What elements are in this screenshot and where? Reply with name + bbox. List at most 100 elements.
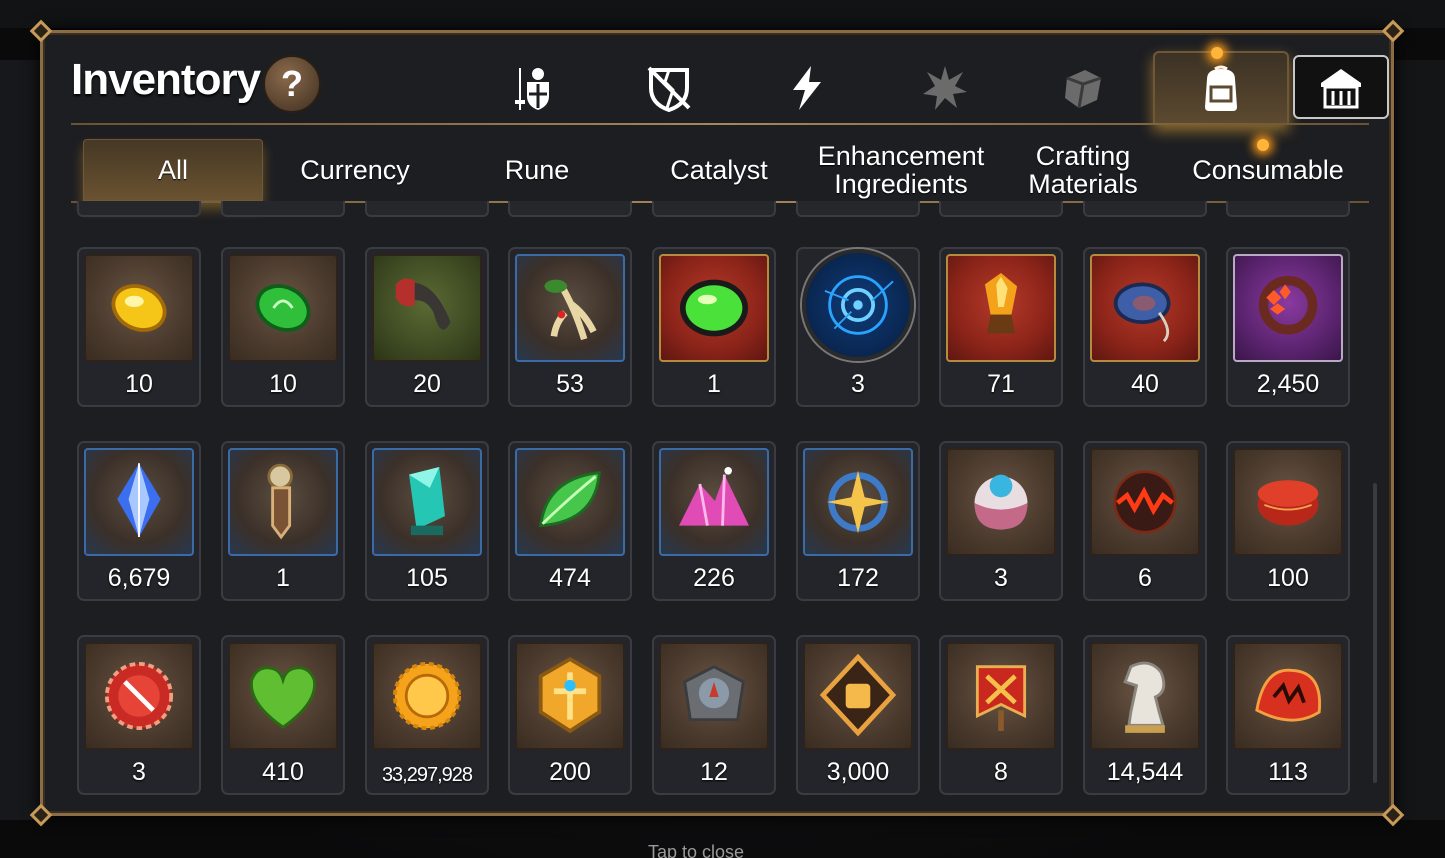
red-ring-icon bbox=[1257, 480, 1319, 526]
inventory-item[interactable]: 410 bbox=[221, 635, 345, 795]
tab-weapons-armor[interactable] bbox=[463, 51, 599, 125]
item-icon-frame bbox=[228, 642, 338, 750]
item-count: 6 bbox=[1138, 564, 1152, 592]
item-count: 10 bbox=[125, 370, 153, 398]
inventory-item[interactable]: 100 bbox=[1226, 441, 1350, 601]
inventory-item[interactable]: 200 bbox=[508, 635, 632, 795]
item-icon-frame bbox=[1233, 642, 1343, 750]
inventory-item[interactable]: 172 bbox=[796, 441, 920, 601]
tab-inventory[interactable] bbox=[1153, 47, 1289, 125]
inventory-item[interactable]: 3 bbox=[796, 247, 920, 407]
subtab-all[interactable]: All bbox=[83, 139, 263, 201]
item-count: 100 bbox=[1267, 564, 1309, 592]
green-gem-icon bbox=[255, 284, 311, 332]
inventory-item[interactable]: 6 bbox=[1083, 441, 1207, 601]
inventory-item[interactable]: 3 bbox=[939, 441, 1063, 601]
partial-item bbox=[1083, 201, 1207, 217]
inventory-item[interactable]: 10 bbox=[221, 247, 345, 407]
item-icon-frame bbox=[84, 642, 194, 750]
item-count: 474 bbox=[549, 564, 591, 592]
item-count: 10 bbox=[269, 370, 297, 398]
root-herb-icon bbox=[544, 279, 597, 341]
blue-crystal-icon bbox=[117, 463, 161, 537]
item-count: 6,679 bbox=[107, 564, 171, 592]
subtab-currency[interactable]: Currency bbox=[265, 139, 445, 201]
tab-artifacts[interactable] bbox=[601, 51, 737, 125]
item-count: 3 bbox=[132, 758, 146, 786]
bookmark-key-icon bbox=[267, 463, 293, 540]
item-icon-frame bbox=[659, 642, 769, 750]
gold-emblem-icon bbox=[538, 656, 602, 734]
blue-ring-icon bbox=[1113, 282, 1171, 343]
tab-fragments[interactable] bbox=[877, 51, 1013, 125]
inventory-item[interactable]: 14,544 bbox=[1083, 635, 1207, 795]
item-icon-frame bbox=[84, 254, 194, 362]
help-button[interactable]: ? bbox=[263, 55, 321, 113]
inventory-item[interactable]: 113 bbox=[1226, 635, 1350, 795]
inventory-item[interactable]: 6,679 bbox=[77, 441, 201, 601]
item-icon-frame bbox=[372, 448, 482, 556]
subtab-label: Consumable bbox=[1192, 155, 1344, 185]
inventory-item[interactable]: 2,450 bbox=[1226, 247, 1350, 407]
item-count: 71 bbox=[987, 370, 1015, 398]
item-count: 12 bbox=[700, 758, 728, 786]
inventory-item[interactable]: 8 bbox=[939, 635, 1063, 795]
item-icon-frame bbox=[946, 448, 1056, 556]
item-count: 20 bbox=[413, 370, 441, 398]
scrollbar[interactable] bbox=[1373, 483, 1377, 783]
inventory-item[interactable]: 53 bbox=[508, 247, 632, 407]
inventory-item[interactable]: 3,000 bbox=[796, 635, 920, 795]
subtab-crafting-materials[interactable]: Crafting Materials bbox=[993, 139, 1173, 201]
inventory-item[interactable]: 20 bbox=[365, 247, 489, 407]
item-count: 1 bbox=[276, 564, 290, 592]
stone-compass-icon bbox=[683, 665, 745, 722]
broken-shield-icon bbox=[647, 66, 691, 113]
partial-item bbox=[365, 201, 489, 217]
inventory-item[interactable]: 33,297,928 bbox=[365, 635, 489, 795]
partial-item bbox=[221, 201, 345, 217]
inventory-item[interactable]: 10 bbox=[77, 247, 201, 407]
item-count: 113 bbox=[1268, 758, 1308, 786]
subtab-enhancement-ingredients[interactable]: Enhancement Ingredients bbox=[811, 139, 991, 201]
item-count: 410 bbox=[262, 758, 304, 786]
inventory-item[interactable]: 12 bbox=[652, 635, 776, 795]
item-count: 3,000 bbox=[826, 758, 890, 786]
left-background-menu bbox=[0, 60, 40, 820]
subtab-rune[interactable]: Rune bbox=[447, 139, 627, 201]
item-icon-frame bbox=[515, 642, 625, 750]
item-count: 200 bbox=[549, 758, 591, 786]
item-icon-frame bbox=[228, 254, 338, 362]
right-background bbox=[1395, 60, 1445, 820]
storehouse-icon bbox=[1321, 69, 1361, 109]
red-leaf-icon bbox=[1255, 668, 1322, 722]
tab-skills[interactable] bbox=[739, 51, 875, 125]
item-icon-frame bbox=[802, 249, 914, 361]
inventory-item[interactable]: 474 bbox=[508, 441, 632, 601]
item-count: 1 bbox=[707, 370, 721, 398]
tap-to-close-hint[interactable]: Tap to close bbox=[648, 842, 744, 858]
gold-coin-icon bbox=[392, 661, 462, 731]
claw-icon bbox=[395, 278, 451, 330]
subtab-catalyst[interactable]: Catalyst bbox=[629, 139, 809, 201]
game-screen: Tap to close Inventory ? All Currency Ru… bbox=[0, 0, 1445, 858]
green-leaf-icon bbox=[539, 471, 601, 528]
inventory-item[interactable]: 226 bbox=[652, 441, 776, 601]
subtab-label: Currency bbox=[300, 155, 410, 185]
item-icon-frame bbox=[659, 254, 769, 362]
fire-crystal-icon bbox=[984, 273, 1018, 334]
star-amulet-icon bbox=[826, 470, 890, 534]
inventory-item[interactable]: 71 bbox=[939, 247, 1063, 407]
inventory-item[interactable]: 40 bbox=[1083, 247, 1207, 407]
tab-materials[interactable] bbox=[1015, 51, 1151, 125]
teal-crystal-icon bbox=[409, 467, 445, 536]
subtab-label: All bbox=[157, 155, 188, 185]
previous-row-edge bbox=[75, 201, 1355, 219]
tab-storage[interactable] bbox=[1293, 55, 1389, 119]
war-banner-icon bbox=[975, 665, 1027, 731]
inventory-panel: Inventory ? All Currency Rune Catalyst E… bbox=[29, 19, 1405, 827]
inventory-item[interactable]: 1 bbox=[652, 247, 776, 407]
partial-item bbox=[652, 201, 776, 217]
inventory-item[interactable]: 3 bbox=[77, 635, 201, 795]
inventory-item[interactable]: 1 bbox=[221, 441, 345, 601]
inventory-item[interactable]: 105 bbox=[365, 441, 489, 601]
